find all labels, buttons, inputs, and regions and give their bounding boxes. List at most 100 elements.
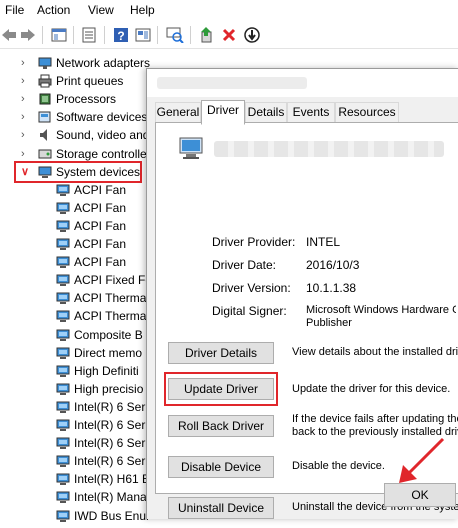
device-tree: › Network adapters › Print queues › Processor… [0, 52, 153, 523]
scan-hardware-icon[interactable] [166, 26, 184, 44]
tab-details[interactable]: Details [245, 102, 287, 124]
update-driver-icon[interactable] [198, 26, 216, 44]
tree-item-label: Print queues [56, 74, 124, 88]
system-device-icon [56, 291, 70, 305]
show-hide-tree-icon[interactable] [50, 26, 68, 44]
system-device-icon [56, 364, 70, 378]
tree-item-label: Intel(R) 6 Seri [74, 418, 149, 432]
disable-icon[interactable] [243, 26, 261, 44]
tab-driver[interactable]: Driver [201, 100, 245, 125]
disable-device-button[interactable]: Disable Device [168, 456, 274, 478]
update-driver-desc: Update the driver for this device. [292, 383, 451, 395]
dialog-title-bar [147, 69, 458, 97]
menu-view[interactable]: View [88, 3, 114, 17]
back-arrow-icon[interactable] [0, 26, 18, 44]
view-icon[interactable] [134, 26, 152, 44]
tree-item-label: Intel(R) 6 Seri [74, 436, 149, 450]
system-device-icon [56, 454, 70, 468]
ok-button[interactable]: OK [384, 483, 456, 507]
chevron-right-icon[interactable]: › [21, 54, 25, 72]
driver-date-label: Driver Date: [212, 258, 277, 272]
storage-icon [38, 147, 52, 161]
chevron-right-icon[interactable]: › [21, 108, 25, 126]
tree-item-label: Direct memo [74, 346, 143, 360]
system-device-icon [56, 490, 70, 504]
digital-signer-value: Microsoft Windows Hardware Co [306, 304, 456, 316]
menu-help[interactable]: Help [130, 3, 155, 17]
toolbar: ? [0, 22, 458, 49]
uninstall-device-button[interactable]: Uninstall Device [168, 497, 274, 519]
driver-properties-dialog: General Driver Details Events Resources … [146, 68, 458, 519]
driver-provider-value: INTEL [306, 235, 341, 249]
tab-events[interactable]: Events [287, 102, 335, 124]
tab-resources[interactable]: Resources [335, 102, 399, 124]
chevron-right-icon[interactable]: › [21, 90, 25, 108]
tree-item-label: Network adapters [56, 56, 151, 70]
system-device-icon [56, 309, 70, 323]
system-device-icon [56, 509, 70, 523]
driver-details-desc: View details about the installed driv [292, 346, 458, 358]
system-device-icon [56, 346, 70, 360]
roll-back-desc: If the device fails after updating the [292, 413, 458, 425]
update-driver-highlight [164, 372, 278, 406]
tree-item-label: ACPI Fan [74, 183, 127, 197]
digital-signer-value-line2: Publisher [306, 317, 352, 329]
tree-item-label: Sound, video and [56, 128, 150, 142]
menu-bar: File Action View Help [0, 0, 458, 20]
toolbar-separator [73, 26, 74, 44]
tree-item-label: High Definiti [74, 364, 139, 378]
toolbar-separator [190, 26, 191, 44]
digital-signer-label: Digital Signer: [212, 304, 287, 318]
tree-item-label: ACPI Therma [74, 309, 147, 323]
tree-item-label: Composite B [74, 328, 143, 342]
menu-action[interactable]: Action [37, 3, 70, 17]
tree-item-label: Software devices [56, 110, 148, 124]
tree-item-label: ACPI Fixed Fe [74, 273, 153, 287]
tree-item-label: ACPI Fan [74, 201, 127, 215]
tree-item-label: Intel(R) Mana [74, 490, 147, 504]
system-device-icon [56, 418, 70, 432]
tree-item-label: Intel(R) 6 Seri [74, 400, 149, 414]
driver-details-button[interactable]: Driver Details [168, 342, 274, 364]
tree-item-label: ACPI Fan [74, 255, 127, 269]
system-device-icon [56, 183, 70, 197]
svg-text:?: ? [117, 29, 124, 43]
help-icon[interactable]: ? [112, 26, 130, 44]
system-device-icon [56, 237, 70, 251]
tree-item-label: ACPI Therma [74, 291, 147, 305]
tree-item-label: Intel(R) H61 E [74, 472, 151, 486]
software-device-icon [38, 110, 52, 124]
driver-version-label: Driver Version: [212, 281, 291, 295]
forward-arrow-icon[interactable] [19, 26, 37, 44]
pointer-arrow-annotation [399, 437, 445, 483]
tree-item-label: High precisio [74, 382, 144, 396]
toolbar-separator [42, 26, 43, 44]
chevron-right-icon[interactable]: › [21, 72, 25, 90]
system-device-icon [56, 255, 70, 269]
tree-item-label: Processors [56, 92, 117, 106]
driver-version-value: 10.1.1.38 [306, 281, 357, 295]
uninstall-icon[interactable] [220, 26, 238, 44]
system-device-icon [56, 273, 70, 287]
processor-icon [38, 92, 52, 106]
tab-general[interactable]: General [155, 102, 201, 124]
chevron-right-icon[interactable]: › [21, 126, 25, 144]
printer-icon [38, 74, 52, 88]
system-device-icon [56, 219, 70, 233]
menu-file[interactable]: File [5, 3, 24, 17]
system-device-icon [56, 382, 70, 396]
system-device-icon [56, 436, 70, 450]
network-icon [38, 56, 52, 70]
tree-item-label: ACPI Fan [74, 219, 127, 233]
driver-provider-label: Driver Provider: [212, 235, 296, 249]
system-device-icon [56, 472, 70, 486]
toolbar-separator [157, 26, 158, 44]
properties-icon[interactable] [80, 26, 98, 44]
system-device-icon [56, 328, 70, 342]
system-devices-highlight [14, 161, 142, 183]
system-device-icon [178, 135, 208, 161]
roll-back-driver-button[interactable]: Roll Back Driver [168, 415, 274, 437]
system-device-icon [56, 201, 70, 215]
tree-item-label: IWD Bus Enur [74, 509, 151, 523]
blurred-title [157, 77, 307, 89]
